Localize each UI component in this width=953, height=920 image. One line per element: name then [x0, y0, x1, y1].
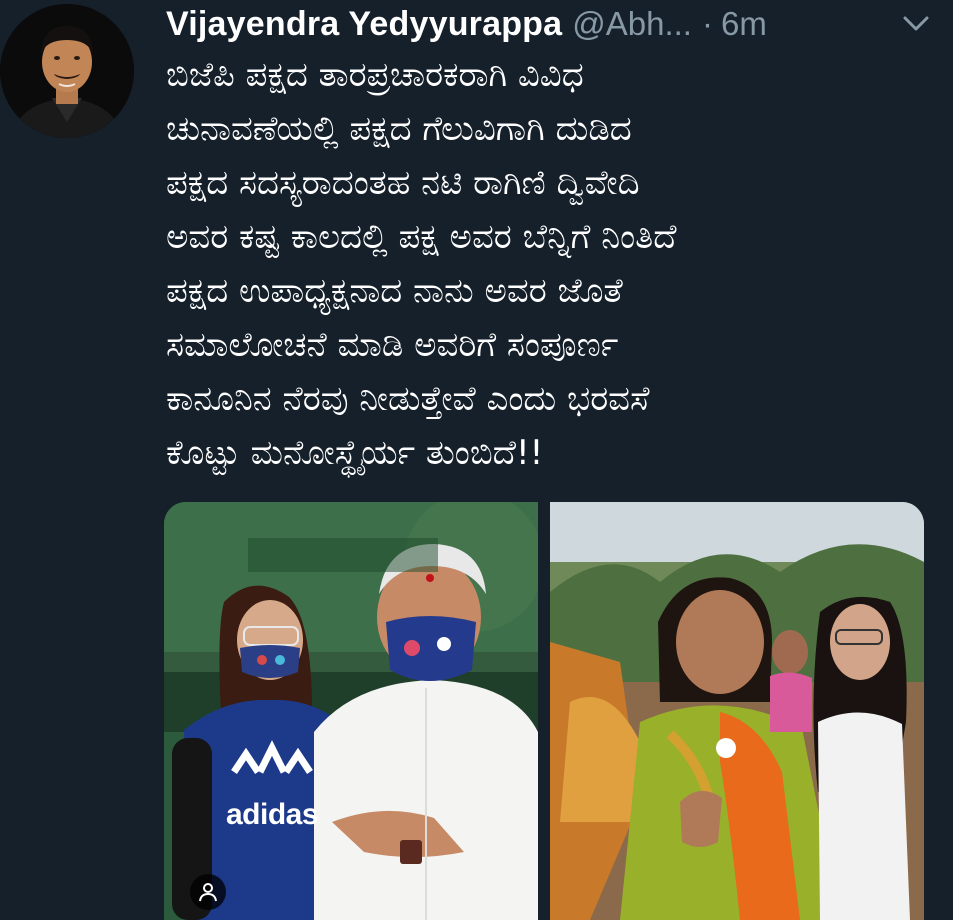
- tweet-text: ಬಿಜೆಪಿ ಪಕ್ಷದ ತಾರಪ್ರಚಾರಕರಾಗಿ ವಿವಿಧ ಚುನಾವಣ…: [166, 55, 677, 473]
- media-photo-right[interactable]: [550, 502, 924, 920]
- timestamp[interactable]: 6m: [721, 5, 767, 43]
- separator-dot: ·: [701, 5, 713, 42]
- tweet-media: adidas: [164, 502, 924, 920]
- photo-right-image: [550, 502, 924, 920]
- user-handle[interactable]: @Abh...: [572, 5, 692, 43]
- tweet[interactable]: Vijayendra Yedyyurappa @Abh... · 6m ಬಿಜೆ…: [0, 0, 953, 920]
- display-name[interactable]: Vijayendra Yedyyurappa: [166, 5, 562, 44]
- person-icon[interactable]: [190, 874, 226, 910]
- avatar[interactable]: [0, 4, 134, 138]
- photo-left-image: [164, 502, 538, 920]
- tweet-header: Vijayendra Yedyyurappa @Abh... · 6m: [166, 2, 933, 46]
- chevron-down-icon[interactable]: [899, 7, 933, 41]
- shirt-logo-text: adidas: [226, 798, 319, 831]
- media-photo-left[interactable]: adidas: [164, 502, 538, 920]
- avatar-portrait: [0, 4, 134, 138]
